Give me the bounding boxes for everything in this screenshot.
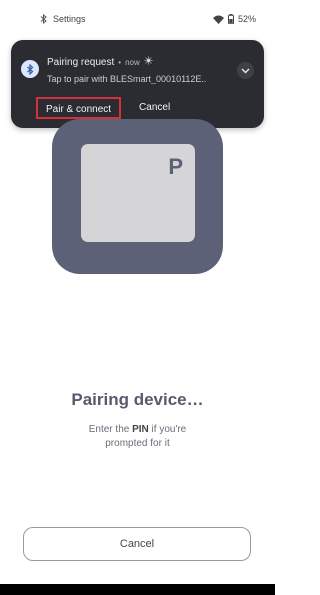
subtitle-pin: PIN xyxy=(132,424,149,435)
pairing-notification[interactable]: Pairing request • now Tap to pair with B… xyxy=(11,40,264,128)
wifi-icon xyxy=(212,15,224,24)
subtitle-prefix: Enter the xyxy=(88,424,133,435)
pair-and-connect-button[interactable]: Pair & connect xyxy=(36,97,122,119)
battery-percent: 52% xyxy=(237,14,256,24)
notification-title: Pairing request xyxy=(47,56,115,68)
subtitle-line1-rest: if you're xyxy=(148,424,187,435)
bluetooth-notification-icon xyxy=(21,60,39,78)
status-right: 52% xyxy=(212,14,256,24)
subtitle-line2: prompted for it xyxy=(105,438,170,449)
page-title: Pairing device… xyxy=(71,390,204,409)
notification-separator: • xyxy=(118,57,122,67)
bluetooth-icon xyxy=(40,14,47,24)
navigation-bar xyxy=(0,584,275,595)
page-subtitle: Enter the PIN if you're prompted for it xyxy=(0,423,275,451)
keyboard-key: P xyxy=(81,144,195,242)
notification-actions: Pair & connect Cancel xyxy=(36,97,178,119)
notification-time: now xyxy=(125,57,140,67)
notification-header: Pairing request • now xyxy=(47,56,153,68)
notification-body: Tap to pair with BLESmart_00010112E.. xyxy=(47,74,207,84)
status-app-label: Settings xyxy=(53,14,86,24)
keyboard-illustration: P xyxy=(52,119,223,274)
status-left: Settings xyxy=(40,14,86,24)
key-letter: P xyxy=(168,154,183,179)
alarm-icon xyxy=(144,56,153,68)
notification-cancel-button[interactable]: Cancel xyxy=(131,97,178,119)
chevron-down-icon xyxy=(241,68,250,73)
status-bar: Settings 52% xyxy=(0,0,275,40)
expand-notification-button[interactable] xyxy=(237,62,254,79)
cancel-button[interactable]: Cancel xyxy=(23,527,251,561)
battery-icon xyxy=(227,14,234,24)
